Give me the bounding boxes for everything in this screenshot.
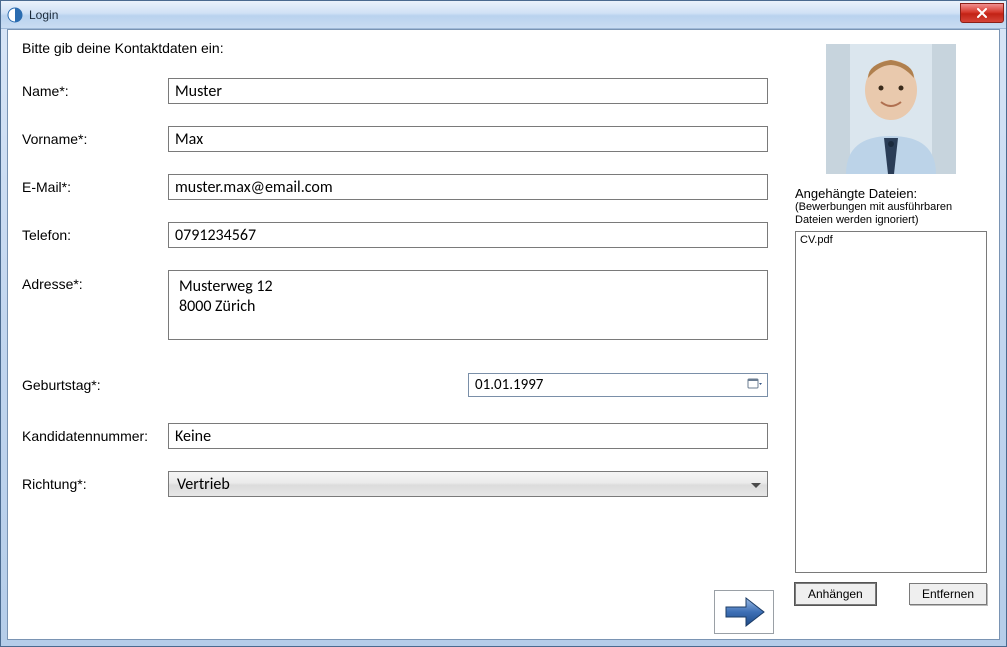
label-candidate-no: Kandidatennummer: <box>22 428 168 444</box>
form-area: Bitte gib deine Kontaktdaten ein: Name*:… <box>22 40 782 519</box>
row-direction: Richtung*: Vertrieb <box>22 471 782 497</box>
name-field[interactable] <box>168 78 768 104</box>
chevron-down-icon <box>751 475 763 494</box>
portrait-photo <box>826 44 956 174</box>
list-item[interactable]: CV.pdf <box>800 234 982 246</box>
label-address: Adresse*: <box>22 270 168 292</box>
label-firstname: Vorname*: <box>22 131 168 147</box>
app-icon <box>7 7 23 23</box>
direction-select[interactable]: Vertrieb <box>168 471 768 497</box>
attach-button[interactable]: Anhängen <box>795 583 876 605</box>
candidate-no-field[interactable] <box>168 423 768 449</box>
row-name: Name*: <box>22 78 782 104</box>
row-firstname: Vorname*: <box>22 126 782 152</box>
attachments-note: (Bewerbungen mit ausführbaren Dateien we… <box>795 201 987 227</box>
row-birthday: Geburtstag*: 01.01.1997 <box>22 373 782 397</box>
close-button[interactable] <box>960 3 1004 23</box>
login-window: Login Bitte gib deine Kontaktdaten ein: … <box>0 0 1007 647</box>
row-candidate-no: Kandidatennummer: <box>22 423 782 449</box>
side-panel: Angehängte Dateien: (Bewerbungen mit aus… <box>795 44 987 605</box>
attachments-buttons: Anhängen Entfernen <box>795 583 987 605</box>
birthday-value: 01.01.1997 <box>475 376 747 394</box>
client-area: Bitte gib deine Kontaktdaten ein: Name*:… <box>7 29 1000 640</box>
row-address: Adresse*: <box>22 270 782 343</box>
label-direction: Richtung*: <box>22 476 168 492</box>
direction-value: Vertrieb <box>177 475 751 494</box>
row-email: E-Mail*: <box>22 174 782 200</box>
calendar-dropdown-icon <box>747 377 763 393</box>
attachments-title: Angehängte Dateien: <box>795 186 987 201</box>
email-field[interactable] <box>168 174 768 200</box>
birthday-picker[interactable]: 01.01.1997 <box>468 373 768 397</box>
titlebar: Login <box>1 1 1006 29</box>
close-icon <box>977 8 987 18</box>
attachments-list[interactable]: CV.pdf <box>795 231 987 573</box>
label-phone: Telefon: <box>22 227 168 243</box>
phone-field[interactable] <box>168 222 768 248</box>
next-button[interactable] <box>714 590 774 634</box>
window-title: Login <box>29 8 58 22</box>
label-birthday: Geburtstag*: <box>22 377 168 393</box>
remove-button[interactable]: Entfernen <box>909 583 987 605</box>
address-field[interactable] <box>168 270 768 340</box>
label-email: E-Mail*: <box>22 179 168 195</box>
instruction-text: Bitte gib deine Kontaktdaten ein: <box>22 40 782 56</box>
arrow-right-icon <box>720 594 768 630</box>
row-phone: Telefon: <box>22 222 782 248</box>
label-name: Name*: <box>22 83 168 99</box>
firstname-field[interactable] <box>168 126 768 152</box>
